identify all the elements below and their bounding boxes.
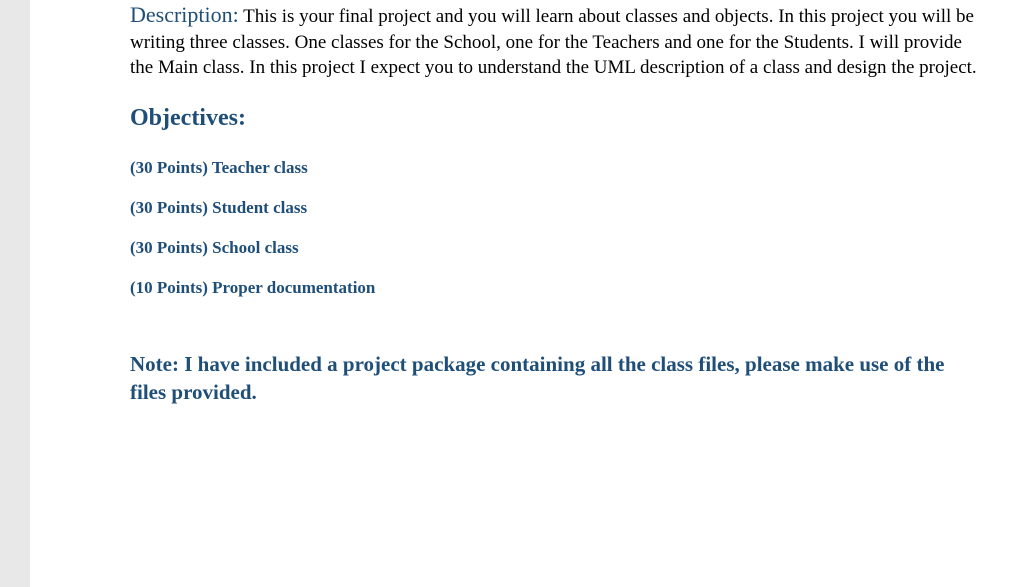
description-label: Description: xyxy=(130,2,239,27)
note-paragraph: Note: I have included a project package … xyxy=(130,350,979,407)
objective-item: (30 Points) School class xyxy=(130,238,979,258)
description-text: This is your final project and you will … xyxy=(130,6,977,78)
objective-item: (30 Points) Student class xyxy=(130,198,979,218)
objective-item: (30 Points) Teacher class xyxy=(130,158,979,178)
description-paragraph: Description: This is your final project … xyxy=(130,0,979,81)
document-page: Description: This is your final project … xyxy=(30,0,1019,587)
objectives-heading: Objectives: xyxy=(130,105,979,132)
objective-item: (10 Points) Proper documentation xyxy=(130,278,979,298)
